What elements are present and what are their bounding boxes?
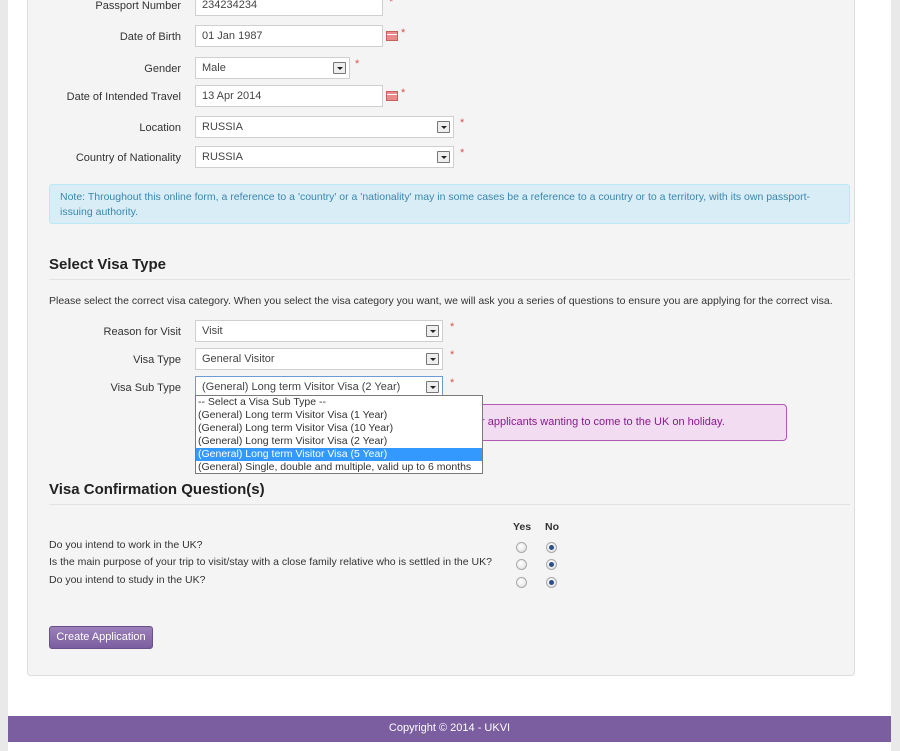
reason-select[interactable]: Visit (195, 320, 443, 342)
chevron-down-icon[interactable] (426, 381, 439, 393)
visa-type-value: General Visitor (202, 353, 275, 365)
section-heading-visa-type: Select Visa Type (49, 256, 167, 273)
no-column-header: No (545, 521, 559, 533)
divider (49, 504, 850, 505)
visa-info-message: r applicants wanting to come to the UK o… (470, 404, 787, 441)
location-select[interactable]: RUSSIA (195, 116, 454, 138)
visa-type-label: Visa Type (133, 354, 181, 366)
footer: Copyright © 2014 - UKVI (8, 716, 891, 742)
section-heading-confirmation: Visa Confirmation Question(s) (49, 481, 265, 498)
dropdown-option[interactable]: (General) Long term Visitor Visa (1 Year… (196, 409, 482, 422)
chevron-down-icon[interactable] (437, 151, 450, 163)
required-marker: * (389, 0, 394, 8)
required-marker: * (401, 87, 406, 99)
gender-label-wrap: Gender (0, 59, 181, 81)
chevron-down-icon[interactable] (426, 325, 439, 337)
gender-label: Gender (144, 63, 181, 75)
reason-value: Visit (202, 325, 223, 337)
chevron-down-icon[interactable] (426, 353, 439, 365)
copyright-text: Copyright © 2014 - UKVI (388, 722, 511, 734)
visa-subtype-value: (General) Long term Visitor Visa (2 Year… (202, 381, 401, 393)
required-marker: * (450, 377, 455, 389)
question-text: Is the main purpose of your trip to visi… (49, 556, 492, 568)
location-value: RUSSIA (202, 121, 243, 133)
required-marker: * (460, 147, 465, 159)
visa-intro-text: Please select the correct visa category.… (49, 295, 833, 307)
travel-date-label-wrap: Date of Intended Travel (0, 87, 181, 109)
visa-subtype-label: Visa Sub Type (110, 382, 181, 394)
nationality-label-wrap: Country of Nationality (0, 148, 181, 170)
info-note: Note: Throughout this online form, a ref… (49, 184, 850, 224)
location-label-wrap: Location (0, 118, 181, 140)
radio-yes[interactable] (516, 559, 527, 570)
dropdown-option-highlighted[interactable]: (General) Long term Visitor Visa (5 Year… (196, 448, 482, 461)
reason-label-wrap: Reason for Visit (0, 322, 181, 344)
reason-label: Reason for Visit (103, 326, 181, 338)
visa-type-select[interactable]: General Visitor (195, 348, 443, 370)
required-marker: * (460, 117, 465, 129)
passport-number-input[interactable]: 234234234 (195, 0, 383, 16)
radio-no[interactable] (546, 577, 557, 588)
required-marker: * (450, 349, 455, 361)
radio-yes[interactable] (516, 542, 527, 553)
chevron-down-icon[interactable] (437, 121, 450, 133)
required-marker: * (450, 321, 455, 333)
gender-select[interactable]: Male (195, 57, 350, 79)
visa-type-label-wrap: Visa Type (0, 350, 181, 372)
travel-date-label: Date of Intended Travel (66, 91, 181, 103)
create-application-button[interactable]: Create Application (49, 626, 153, 649)
dob-label-wrap: Date of Birth (0, 27, 181, 49)
nationality-select[interactable]: RUSSIA (195, 146, 454, 168)
location-label: Location (139, 122, 181, 134)
radio-no[interactable] (546, 542, 557, 553)
travel-date-input[interactable]: 13 Apr 2014 (195, 85, 383, 107)
nationality-value: RUSSIA (202, 151, 243, 163)
divider (49, 279, 850, 280)
calendar-icon[interactable] (386, 91, 398, 101)
visa-subtype-dropdown-list[interactable]: -- Select a Visa Sub Type -- (General) L… (195, 395, 483, 474)
calendar-icon[interactable] (386, 31, 398, 41)
visa-subtype-label-wrap: Visa Sub Type (0, 378, 181, 400)
yes-column-header: Yes (513, 521, 532, 533)
required-marker: * (401, 27, 406, 39)
radio-yes[interactable] (516, 577, 527, 588)
dropdown-option[interactable]: -- Select a Visa Sub Type -- (196, 396, 482, 409)
chevron-down-icon[interactable] (333, 62, 346, 74)
dropdown-option[interactable]: (General) Single, double and multiple, v… (196, 461, 482, 474)
dropdown-option[interactable]: (General) Long term Visitor Visa (10 Yea… (196, 422, 482, 435)
nationality-label: Country of Nationality (75, 152, 181, 164)
passport-number-label: Passport Number (95, 0, 181, 12)
required-marker: * (355, 58, 360, 70)
gender-value: Male (202, 62, 226, 74)
dropdown-option[interactable]: (General) Long term Visitor Visa (2 Year… (196, 435, 482, 448)
visa-info-text: r applicants wanting to come to the UK o… (481, 416, 725, 428)
dob-input[interactable]: 01 Jan 1987 (195, 25, 383, 47)
question-text: Do you intend to work in the UK? (49, 539, 203, 551)
radio-no[interactable] (546, 559, 557, 570)
dob-label: Date of Birth (119, 31, 181, 43)
passport-number-label-wrap: Passport Number (0, 0, 181, 18)
question-text: Do you intend to study in the UK? (49, 574, 206, 586)
